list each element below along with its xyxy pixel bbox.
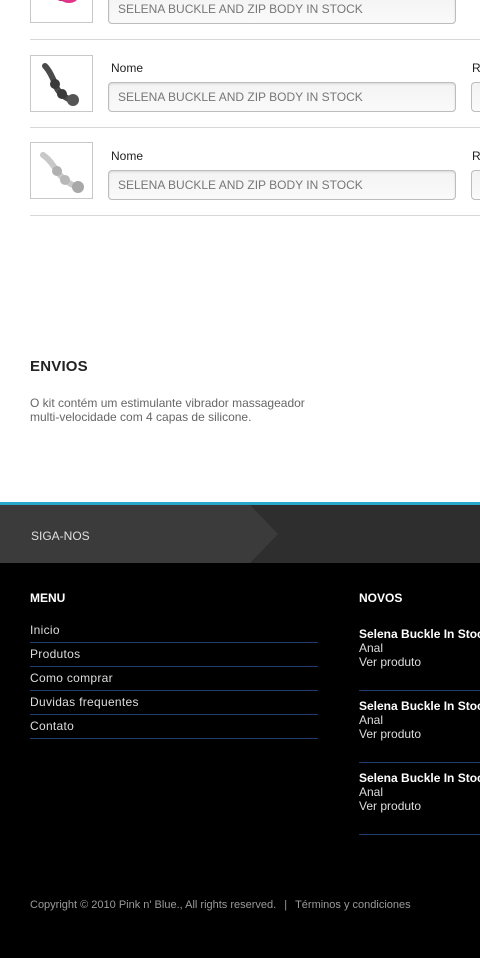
follow-tab: SIGA-NOS: [0, 505, 250, 563]
menu-item-inicio[interactable]: Inicio: [30, 619, 318, 643]
product-name-input[interactable]: [108, 82, 456, 112]
news-title[interactable]: Selena Buckle In Stock: [359, 699, 480, 713]
menu-heading: MENU: [30, 591, 66, 605]
menu-item-produtos[interactable]: Produtos: [30, 643, 318, 667]
news-list: Selena Buckle In Stock Anal Ver produto …: [359, 619, 480, 835]
secondary-input[interactable]: [471, 82, 480, 112]
product-thumbnail[interactable]: [30, 55, 93, 112]
follow-label: SIGA-NOS: [31, 529, 90, 543]
field-label-nome: Nome: [111, 61, 144, 75]
copyright-line: Copyright © 2010 Pink n' Blue., All righ…: [30, 899, 411, 911]
news-item: Selena Buckle In Stock Anal Ver produto: [359, 763, 480, 835]
menu-item-como-comprar[interactable]: Como comprar: [30, 667, 318, 691]
envios-heading: ENVIOS: [30, 358, 88, 375]
copyright-text: Copyright © 2010 Pink n' Blue., All righ…: [30, 899, 277, 911]
product-row: [30, 0, 480, 40]
product-thumbnail[interactable]: [30, 0, 93, 23]
news-title[interactable]: Selena Buckle In Stock: [359, 771, 480, 785]
product-thumbnail[interactable]: [30, 142, 93, 199]
product-name-input[interactable]: [108, 0, 456, 24]
follow-bar: SIGA-NOS: [0, 502, 480, 563]
footer: MENU Inicio Produtos Como comprar Duvida…: [0, 563, 480, 958]
pink-toy-icon: [57, 0, 77, 3]
menu-item-contato[interactable]: Contato: [30, 715, 318, 739]
silver-toy-icon: [40, 152, 84, 193]
product-name-input[interactable]: [108, 170, 456, 200]
news-item: Selena Buckle In Stock Anal Ver produto: [359, 691, 480, 763]
view-product-link[interactable]: Ver produto: [359, 799, 480, 813]
separator: |: [284, 899, 288, 911]
secondary-input[interactable]: [471, 170, 480, 200]
view-product-link[interactable]: Ver produto: [359, 727, 480, 741]
field-label-r: R: [472, 61, 480, 75]
news-category: Anal: [359, 641, 384, 655]
news-title[interactable]: Selena Buckle In Stock: [359, 627, 480, 641]
field-label-nome: Nome: [111, 149, 144, 163]
dark-toy-icon: [42, 63, 79, 106]
product-row: Nome R: [30, 40, 480, 128]
field-label-r: R: [472, 149, 480, 163]
terms-link[interactable]: Términos y condiciones: [295, 899, 411, 911]
news-category: Anal: [359, 713, 384, 727]
follow-tab-arrow: [250, 505, 278, 563]
news-item: Selena Buckle In Stock Anal Ver produto: [359, 619, 480, 691]
news-heading: NOVOS: [359, 591, 403, 605]
news-category: Anal: [359, 785, 384, 799]
product-row: Nome R: [30, 128, 480, 216]
footer-menu: Inicio Produtos Como comprar Duvidas fre…: [30, 619, 318, 739]
view-product-link[interactable]: Ver produto: [359, 655, 480, 669]
menu-item-duvidas[interactable]: Duvidas frequentes: [30, 691, 318, 715]
envios-description: O kit contém um estimulante vibrador mas…: [30, 396, 305, 424]
